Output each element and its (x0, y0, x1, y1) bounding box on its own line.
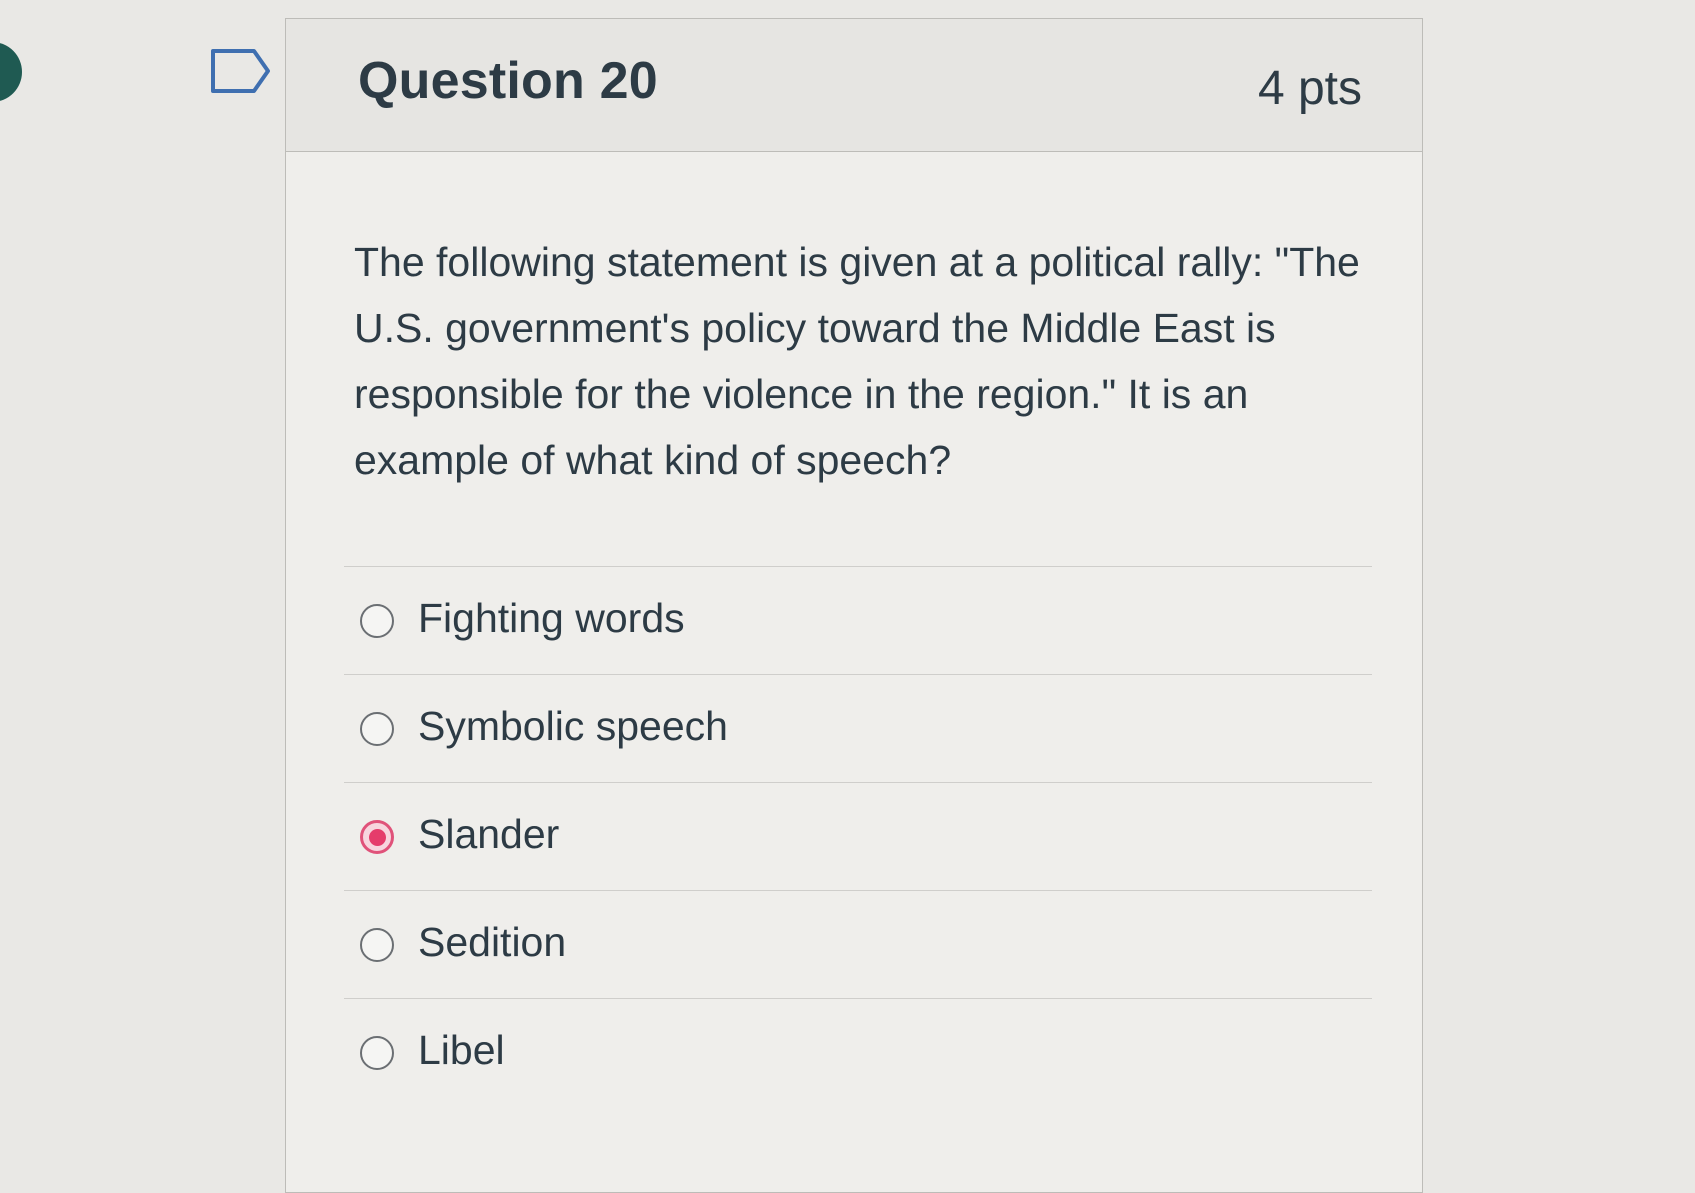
question-points: 4 pts (1257, 62, 1362, 115)
answer-label[interactable]: Libel (418, 1027, 505, 1074)
status-dot (0, 42, 22, 102)
answer-option-symbolic-speech[interactable]: Symbolic speech (344, 674, 1372, 782)
answer-label[interactable]: Symbolic speech (418, 703, 728, 750)
question-header: Question 20 4 pts (286, 19, 1422, 152)
radio-button-selected[interactable] (360, 820, 394, 854)
answer-option-libel[interactable]: Libel (344, 998, 1372, 1106)
radio-button[interactable] (360, 1036, 394, 1070)
radio-button[interactable] (360, 712, 394, 746)
answer-label[interactable]: Slander (418, 811, 559, 858)
radio-button[interactable] (360, 604, 394, 638)
answer-label[interactable]: Sedition (418, 919, 566, 966)
answer-option-fighting-words[interactable]: Fighting words (344, 566, 1372, 674)
answer-option-sedition[interactable]: Sedition (344, 890, 1372, 998)
question-text: The following statement is given at a po… (354, 239, 1360, 483)
answer-label[interactable]: Fighting words (418, 595, 685, 642)
flag-question-icon[interactable] (210, 48, 272, 94)
radio-button[interactable] (360, 928, 394, 962)
answer-option-slander[interactable]: Slander (344, 782, 1372, 890)
answer-list: Fighting words Symbolic speech Slander S… (344, 566, 1372, 1106)
question-card: Question 20 4 pts The following statemen… (285, 18, 1423, 1193)
question-title: Question 20 (358, 52, 658, 110)
